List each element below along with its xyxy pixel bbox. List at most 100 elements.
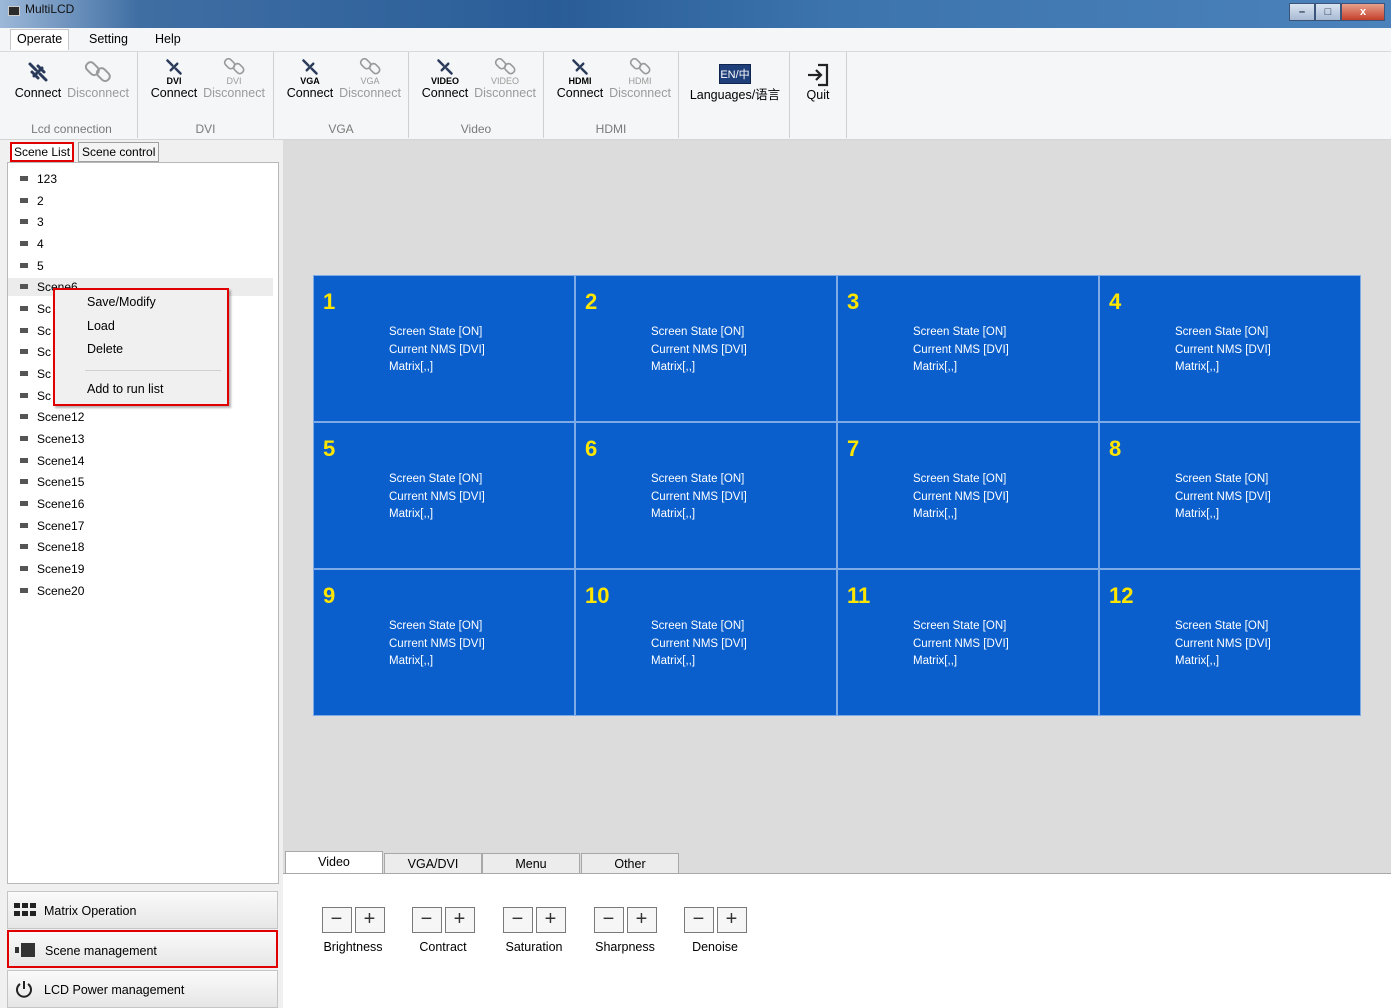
saturation-decrease-button[interactable]: −: [502, 907, 533, 933]
menu-add-to-run-list[interactable]: Add to run list: [87, 382, 163, 396]
group-label-dvi: DVI: [195, 122, 216, 136]
contrast-increase-button[interactable]: +: [444, 907, 475, 933]
scene-item[interactable]: Scene13: [20, 430, 84, 448]
scene-item[interactable]: Sc: [20, 322, 51, 340]
tab-video[interactable]: Video: [285, 851, 383, 874]
nav-lcd-power-management[interactable]: LCD Power management: [7, 970, 278, 1008]
scene-item[interactable]: Scene16: [20, 495, 84, 513]
language-icon: EN/中: [719, 64, 751, 84]
scene-item[interactable]: Sc: [20, 387, 51, 405]
video-disconnect-button[interactable]: VIDEO Disconnect: [473, 58, 537, 100]
menu-save-modify[interactable]: Save/Modify: [87, 295, 156, 309]
scene-item[interactable]: Sc: [20, 365, 51, 383]
minimize-button[interactable]: –: [1289, 3, 1315, 21]
screen-cell[interactable]: 9 Screen State [ON] Current NMS [DVI] Matri…: [313, 569, 575, 716]
video-connect-button[interactable]: VIDEO Connect: [419, 58, 471, 100]
maximize-button[interactable]: □: [1315, 3, 1341, 21]
scene-item[interactable]: Sc: [20, 300, 51, 318]
screen-number: 7: [847, 436, 860, 461]
scene-item[interactable]: 4: [20, 235, 44, 253]
saturation-increase-button[interactable]: +: [535, 907, 566, 933]
video-disconnect-sub: VIDEO: [490, 76, 519, 86]
dvi-disconnect-button[interactable]: DVI Disconnect: [202, 58, 266, 100]
languages-button[interactable]: EN/中 Languages/语言: [687, 64, 783, 102]
scene-flag-icon: [20, 219, 28, 225]
screen-cell[interactable]: 3 Screen State [ON] Current NMS [DVI] Matri…: [837, 275, 1099, 422]
scene-label: Sc: [37, 345, 52, 359]
scene-item[interactable]: 123: [20, 170, 57, 188]
lcd-connect-button[interactable]: Connect: [12, 58, 64, 100]
lcd-screen-grid: 1 Screen State [ON] Current NMS [DVI] Matri…: [313, 275, 1361, 716]
screen-cell[interactable]: 12 Screen State [ON] Current NMS [DVI] Matr…: [1099, 569, 1361, 716]
screen-nms: Current NMS [DVI]: [1175, 490, 1271, 503]
tab-vga-dvi[interactable]: VGA/DVI: [384, 853, 482, 874]
brightness-increase-button[interactable]: +: [354, 907, 385, 933]
screen-state: Screen State [ON]: [1175, 473, 1269, 485]
scene-item[interactable]: Scene20: [20, 582, 84, 600]
screen-cell[interactable]: 5 Screen State [ON] Current NMS [DVI] Matri…: [313, 422, 575, 569]
menu-setting[interactable]: Setting: [89, 32, 128, 46]
screen-cell[interactable]: 7 Screen State [ON] Current NMS [DVI] Matri…: [837, 422, 1099, 569]
menu-separator: [85, 370, 221, 371]
scene-item[interactable]: Scene17: [20, 517, 84, 535]
tab-scene-control[interactable]: Scene control: [78, 142, 160, 162]
screen-state: Screen State [ON]: [389, 473, 483, 485]
menu-delete[interactable]: Delete: [87, 342, 123, 356]
screen-cell[interactable]: 8 Screen State [ON] Current NMS [DVI] Matri…: [1099, 422, 1361, 569]
saturation-control: − + Saturation: [494, 907, 574, 954]
denoise-increase-button[interactable]: +: [716, 907, 747, 933]
menu-load[interactable]: Load: [87, 319, 115, 333]
tab-menu[interactable]: Menu: [482, 853, 580, 874]
nav-matrix-operation[interactable]: Matrix Operation: [7, 891, 278, 929]
sharpness-increase-button[interactable]: +: [626, 907, 657, 933]
scene-item[interactable]: Scene14: [20, 452, 84, 470]
video-connect-sub: VIDEO: [430, 76, 459, 86]
menu-operate[interactable]: Operate: [10, 29, 70, 50]
vga-disconnect-sub: VGA: [360, 76, 380, 86]
screen-state: Screen State [ON]: [1175, 326, 1269, 338]
lcd-disconnect-label: Disconnect: [67, 86, 129, 100]
screen-cell[interactable]: 4 Screen State [ON] Current NMS [DVI] Matri…: [1099, 275, 1361, 422]
screen-info: Screen State [ON] Current NMS [DVI] Matrix…: [1175, 471, 1271, 524]
scene-label: Scene12: [37, 410, 85, 424]
tab-other[interactable]: Other: [581, 853, 679, 874]
screen-cell[interactable]: 11 Screen State [ON] Current NMS [DVI] Matr…: [837, 569, 1099, 716]
tab-scene-list[interactable]: Scene List: [10, 142, 75, 162]
vga-disconnect-button[interactable]: VGA Disconnect: [338, 58, 402, 100]
scene-item[interactable]: 5: [20, 257, 44, 275]
screen-info: Screen State [ON] Current NMS [DVI] Matrix…: [651, 618, 747, 671]
denoise-decrease-button[interactable]: −: [683, 907, 714, 933]
screen-cell[interactable]: 1 Screen State [ON] Current NMS [DVI] Matri…: [313, 275, 575, 422]
scene-item[interactable]: 2: [20, 192, 44, 210]
screen-cell[interactable]: 10 Screen State [ON] Current NMS [DVI] Matr…: [575, 569, 837, 716]
contrast-decrease-button[interactable]: −: [411, 907, 442, 933]
scene-flag-icon: [20, 198, 28, 204]
close-button[interactable]: x: [1341, 3, 1385, 21]
brightness-decrease-button[interactable]: −: [321, 907, 352, 933]
scene-item[interactable]: Sc: [20, 343, 51, 361]
scene-item[interactable]: Scene18: [20, 538, 84, 556]
menu-help[interactable]: Help: [155, 32, 181, 46]
screen-matrix: Matrix[,,]: [1175, 361, 1220, 373]
scene-flag-icon: [20, 176, 28, 182]
hdmi-disconnect-button[interactable]: HDMI Disconnect: [608, 58, 672, 100]
scene-item[interactable]: Scene19: [20, 560, 84, 578]
screen-cell[interactable]: 2 Screen State [ON] Current NMS [DVI] Matri…: [575, 275, 837, 422]
screen-cell[interactable]: 6 Screen State [ON] Current NMS [DVI] Matri…: [575, 422, 837, 569]
scene-item[interactable]: 3: [20, 213, 44, 231]
nav-scene-management[interactable]: Scene management: [7, 930, 278, 968]
connect-plug-icon: [302, 59, 318, 75]
vga-connect-button[interactable]: VGA Connect: [284, 58, 336, 100]
scene-label: Scene16: [37, 497, 85, 511]
hdmi-connect-button[interactable]: HDMI Connect: [554, 58, 606, 100]
scene-item[interactable]: Scene12: [20, 408, 84, 426]
video-disconnect-label: Disconnect: [474, 86, 536, 100]
scene-item[interactable]: Scene15: [20, 473, 84, 491]
languages-label: Languages/语言: [689, 88, 781, 102]
quit-button[interactable]: Quit: [796, 62, 840, 102]
saturation-label: Saturation: [505, 940, 563, 954]
lcd-disconnect-button[interactable]: Disconnect: [66, 58, 130, 100]
screen-nms: Current NMS [DVI]: [651, 490, 747, 503]
sharpness-decrease-button[interactable]: −: [593, 907, 624, 933]
dvi-connect-button[interactable]: DVI Connect: [148, 58, 200, 100]
